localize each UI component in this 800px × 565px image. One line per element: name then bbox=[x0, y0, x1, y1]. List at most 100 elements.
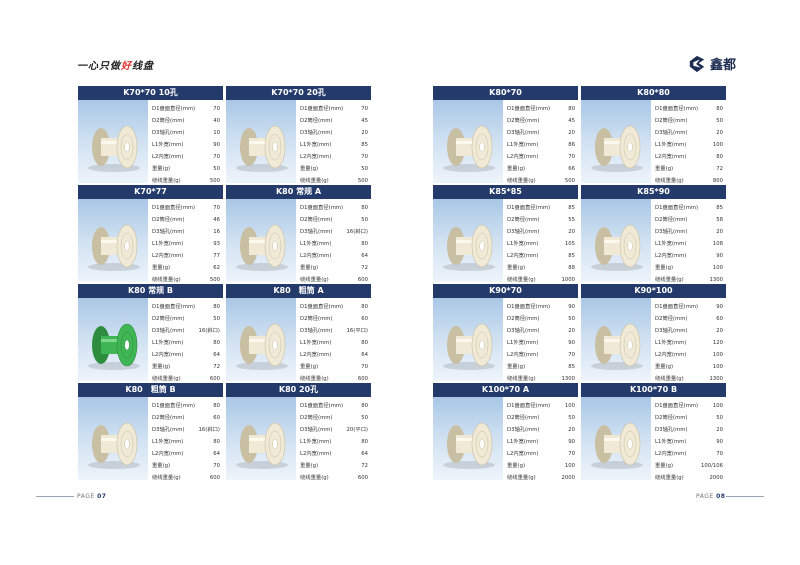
spec-value: 1300 bbox=[561, 376, 575, 381]
spool-image-icon bbox=[88, 422, 140, 469]
product-card: K85*85 D1盘面直径(mm) 85 D2筒径(mm) 55 D3轴孔(mm) 20 L1… bbox=[433, 185, 578, 282]
spec-value: 1300 bbox=[709, 277, 723, 282]
spec-row: D1盘面直径(mm) 80 bbox=[300, 301, 368, 313]
spool-axle-hole bbox=[272, 438, 278, 450]
product-photo bbox=[581, 298, 651, 381]
spec-label: L2内宽(mm) bbox=[507, 352, 539, 358]
spec-value: 70 bbox=[568, 451, 575, 457]
spec-value: 100/106 bbox=[700, 463, 723, 469]
spec-label: L1外宽(mm) bbox=[655, 439, 687, 445]
spec-row: 重量(g) 100/106 bbox=[655, 460, 723, 472]
spec-label: D3轴孔(mm) bbox=[507, 130, 540, 136]
spec-row: D2筒径(mm) 50 bbox=[507, 313, 575, 325]
spec-value: 90 bbox=[568, 340, 575, 346]
spec-value: 50 bbox=[361, 415, 368, 421]
product-card: K100*70 A D1盘面直径(mm) 100 D2筒径(mm) 50 D3轴孔(mm)… bbox=[433, 383, 578, 480]
spec-row: D1盘面直径(mm) 90 bbox=[655, 301, 723, 313]
product-title: K85*85 bbox=[433, 185, 578, 199]
product-title: K85*90 bbox=[581, 185, 726, 199]
spec-value: 90 bbox=[568, 439, 575, 445]
spec-value: 77 bbox=[213, 253, 220, 259]
spec-value: 100 bbox=[712, 403, 723, 409]
spec-label: D1盘面直径(mm) bbox=[507, 106, 551, 112]
spool-axle-hole bbox=[272, 339, 278, 351]
spec-label: 绕线重量(g) bbox=[507, 277, 536, 282]
page-number-right: PAGE 08 bbox=[696, 493, 726, 500]
spec-row: L2内宽(mm) 64 bbox=[152, 349, 220, 361]
spec-row: 重量(g) 70 bbox=[152, 460, 220, 472]
product-card: K70*77 D1盘面直径(mm) 70 D2筒径(mm) 46 D3轴孔(mm) 16 L1… bbox=[78, 185, 223, 282]
spec-row: L2内宽(mm) 85 bbox=[507, 250, 575, 262]
spec-row: L1外宽(mm) 80 bbox=[300, 436, 368, 448]
spec-row: 绕线重量(g) 600 bbox=[300, 373, 368, 381]
spool-axle-hole bbox=[627, 240, 633, 252]
spec-row: D2筒径(mm) 45 bbox=[507, 115, 575, 127]
spec-label: D3轴孔(mm) bbox=[300, 328, 333, 334]
spec-row: 重量(g) 100 bbox=[655, 262, 723, 274]
spool-image-icon bbox=[236, 323, 288, 370]
spec-label: D2筒径(mm) bbox=[507, 415, 540, 421]
spec-label: 绕线重量(g) bbox=[507, 475, 536, 480]
spec-value: 93 bbox=[213, 241, 220, 247]
spool-image-icon bbox=[88, 323, 140, 370]
spec-label: D3轴孔(mm) bbox=[507, 427, 540, 433]
spool-image-icon bbox=[591, 422, 643, 469]
spec-list: D1盘面直径(mm) 80 D2筒径(mm) 60 D3轴孔(mm) 16(斜口) L1外宽… bbox=[152, 400, 220, 480]
product-title: K80*70 bbox=[433, 86, 578, 100]
spec-list: D1盘面直径(mm) 80 D2筒径(mm) 50 D3轴孔(mm) 20 L1外宽(mm)… bbox=[655, 103, 723, 183]
spec-label: D1盘面直径(mm) bbox=[655, 106, 699, 112]
product-card: K85*90 D1盘面直径(mm) 85 D2筒径(mm) 58 D3轴孔(mm) 20 L1… bbox=[581, 185, 726, 282]
spec-row: D1盘面直径(mm) 80 bbox=[507, 103, 575, 115]
spec-value: 90 bbox=[716, 253, 723, 259]
spec-row: 重量(g) 72 bbox=[152, 361, 220, 373]
spec-label: D3轴孔(mm) bbox=[152, 229, 185, 235]
spec-value: 64 bbox=[213, 451, 220, 457]
spec-list: D1盘面直径(mm) 80 D2筒径(mm) 60 D3轴孔(mm) 16(平口) L1外宽… bbox=[300, 301, 368, 381]
spec-value: 80 bbox=[568, 106, 575, 112]
spec-label: D2筒径(mm) bbox=[152, 415, 185, 421]
product-card: K90*70 D1盘面直径(mm) 90 D2筒径(mm) 50 D3轴孔(mm) 20 L1… bbox=[433, 284, 578, 381]
spool-image-icon bbox=[443, 323, 495, 370]
product-photo bbox=[78, 100, 148, 183]
spec-label: D3轴孔(mm) bbox=[655, 130, 688, 136]
spec-label: 绕线重量(g) bbox=[300, 178, 329, 183]
spec-row: D3轴孔(mm) 16 bbox=[152, 226, 220, 238]
spec-value: 100 bbox=[712, 142, 723, 148]
spec-list: D1盘面直径(mm) 70 D2筒径(mm) 40 D3轴孔(mm) 10 L1外宽(mm)… bbox=[152, 103, 220, 183]
footer-rule-right bbox=[726, 496, 764, 497]
spec-label: D1盘面直径(mm) bbox=[152, 304, 196, 310]
spec-value: 66 bbox=[568, 166, 575, 172]
spec-row: L1外宽(mm) 105 bbox=[507, 238, 575, 250]
spec-list: D1盘面直径(mm) 90 D2筒径(mm) 60 D3轴孔(mm) 20 L1外宽(mm)… bbox=[655, 301, 723, 381]
spec-value: 105 bbox=[564, 241, 575, 247]
slogan: 一心只做好线盘 bbox=[77, 61, 154, 72]
spec-label: D1盘面直径(mm) bbox=[507, 304, 551, 310]
spec-value: 100 bbox=[712, 265, 723, 271]
spec-label: D1盘面直径(mm) bbox=[300, 403, 344, 409]
product-title: K80 粗筒 B bbox=[78, 383, 223, 397]
spec-row: D1盘面直径(mm) 80 bbox=[152, 400, 220, 412]
spec-row: D3轴孔(mm) 20 bbox=[507, 325, 575, 337]
spec-label: D2筒径(mm) bbox=[152, 217, 185, 223]
spec-list: D1盘面直径(mm) 80 D2筒径(mm) 50 D3轴孔(mm) 20(平口) L1外宽… bbox=[300, 400, 368, 480]
spec-value: 80 bbox=[213, 439, 220, 445]
spec-label: 重量(g) bbox=[300, 463, 319, 469]
spec-row: L1外宽(mm) 93 bbox=[152, 238, 220, 250]
spec-value: 80 bbox=[716, 154, 723, 160]
brand-name: 鑫都 bbox=[709, 58, 736, 73]
spec-value: 16(斜口) bbox=[198, 328, 220, 334]
spec-value: 85 bbox=[361, 142, 368, 148]
spec-label: L2内宽(mm) bbox=[655, 451, 687, 457]
spec-value: 50 bbox=[361, 217, 368, 223]
spool-image-icon bbox=[443, 422, 495, 469]
spec-row: L1外宽(mm) 100 bbox=[655, 139, 723, 151]
spec-row: L2内宽(mm) 77 bbox=[152, 250, 220, 262]
spec-label: 重量(g) bbox=[152, 265, 171, 271]
spool-axle-hole bbox=[479, 240, 485, 252]
spec-label: D3轴孔(mm) bbox=[507, 328, 540, 334]
spec-row: D2筒径(mm) 50 bbox=[152, 313, 220, 325]
spec-row: 绕线重量(g) 600 bbox=[300, 274, 368, 282]
spec-label: 重量(g) bbox=[655, 463, 674, 469]
spec-label: 绕线重量(g) bbox=[152, 178, 181, 183]
spec-row: D2筒径(mm) 40 bbox=[152, 115, 220, 127]
